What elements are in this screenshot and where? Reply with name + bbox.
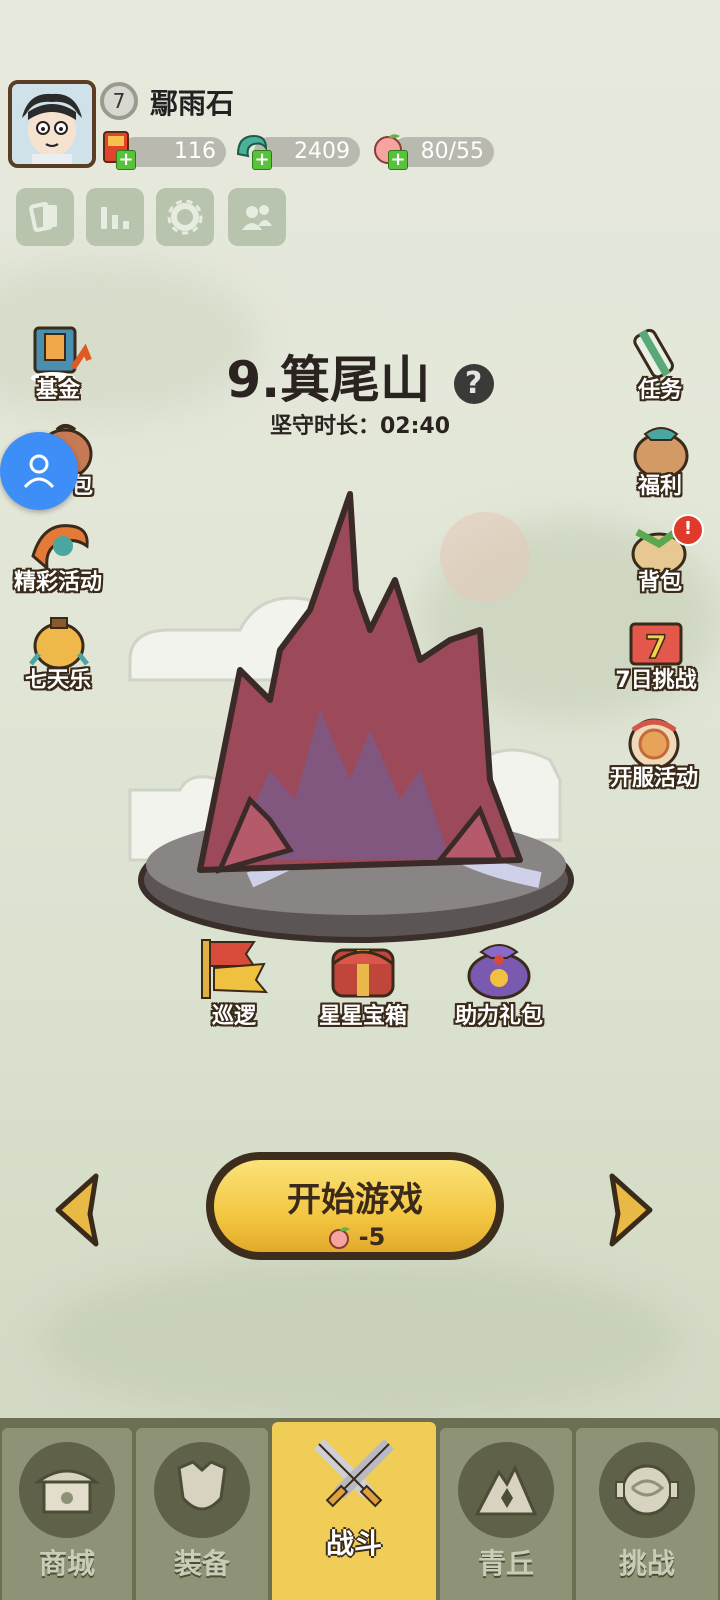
user-icon [23, 454, 55, 489]
start-cost-value: -5 [358, 1223, 386, 1251]
side-label-welfare: 福利 [637, 474, 682, 499]
nav-label-challenge: 挑战 [618, 1547, 675, 1580]
stage-timer: 坚守时长：02:40 [269, 414, 451, 439]
armor-icon [177, 1460, 227, 1511]
patrol-button[interactable]: 巡逻 [186, 934, 282, 1030]
add-gold-icon[interactable]: + [116, 150, 136, 170]
cards-button[interactable] [16, 188, 74, 246]
side-button-server-event[interactable]: 开服活动 [596, 712, 712, 804]
side-button-seven-day[interactable]: 七天乐 [10, 614, 106, 706]
nav-tab-shop[interactable]: 商城 [2, 1428, 132, 1600]
player-avatar[interactable] [8, 80, 96, 168]
previous-stage-arrow-icon[interactable] [50, 1170, 104, 1250]
challenge-icon [615, 1464, 679, 1516]
peach-stamina-icon[interactable]: + [368, 128, 408, 170]
nav-tab-challenge[interactable]: 挑战 [576, 1428, 718, 1600]
side-label-seven-day: 七天乐 [24, 668, 91, 693]
player-name: 鄢雨石 [150, 87, 235, 120]
floating-user-button[interactable] [0, 432, 78, 510]
side-label-backpack: 背包 [637, 570, 682, 595]
add-jade-icon[interactable]: + [252, 150, 272, 170]
gift-bag-label: 助力礼包 [454, 1004, 543, 1029]
settings-button[interactable] [156, 188, 214, 246]
friends-button[interactable] [228, 188, 286, 246]
side-button-seven-day-challenge[interactable]: 7 7日挑战 [604, 614, 708, 706]
crossed-swords-icon [314, 1439, 394, 1508]
nav-label-shop: 商城 [38, 1547, 95, 1580]
ranking-icon [101, 207, 129, 229]
bg-mist [40, 1260, 680, 1420]
nav-label-qingqiu: 青丘 [477, 1547, 534, 1580]
gold-ticket-icon[interactable]: + [96, 128, 136, 170]
player-level-badge: 7 [100, 82, 138, 120]
add-stamina-icon[interactable]: + [388, 150, 408, 170]
stage-title: 9.箕尾山 ? [0, 340, 720, 412]
gift-bag-icon [467, 944, 531, 1000]
side-label-server-event: 开服活动 [609, 766, 698, 791]
star-chest-label: 星星宝箱 [318, 1004, 407, 1029]
stage-name: 9.箕尾山 [226, 351, 431, 409]
nav-tab-qingqiu[interactable]: 青丘 [440, 1428, 572, 1600]
nav-label-battle: 战斗 [325, 1527, 382, 1560]
friends-icon [242, 205, 272, 230]
game-screen: 7 鄢雨石 116 + 2409 + 80/55 + 基金 包 精彩活动 七天乐… [0, 0, 720, 1600]
peach-cost-icon [328, 1227, 350, 1249]
svg-text:7: 7 [645, 628, 667, 666]
side-button-events[interactable]: 精彩活动 [10, 516, 106, 608]
jade-dragon-icon[interactable]: + [232, 128, 272, 170]
shop-icon [33, 1469, 101, 1514]
settings-gear-icon [167, 199, 203, 235]
bottom-nav: 商城 装备 战斗 青丘 挑战 [0, 1418, 720, 1600]
star-chest-button[interactable]: 星星宝箱 [308, 934, 418, 1030]
start-cost: -5 [214, 1223, 496, 1251]
nav-label-equipment: 装备 [173, 1547, 230, 1580]
star-chest-icon [331, 948, 395, 998]
patrol-label: 巡逻 [211, 1004, 256, 1029]
cards-icon [29, 201, 57, 233]
nav-tab-equipment[interactable]: 装备 [136, 1428, 268, 1600]
side-label-events: 精彩活动 [13, 570, 102, 595]
backpack-alert-badge: ! [672, 514, 704, 546]
ranking-button[interactable] [86, 188, 144, 246]
next-stage-arrow-icon[interactable] [604, 1170, 658, 1250]
help-icon[interactable]: ? [453, 363, 494, 404]
start-game-button[interactable]: 开始游戏 -5 [206, 1152, 504, 1260]
gift-bag-button[interactable]: 助力礼包 [444, 934, 554, 1030]
mountain-icon [474, 1464, 538, 1516]
patrol-flag-icon [201, 939, 269, 999]
nav-tab-battle[interactable]: 战斗 [272, 1422, 436, 1600]
stage-mountain-island[interactable] [120, 480, 600, 960]
side-label-seven-day-challenge: 7日挑战 [615, 668, 697, 693]
start-game-label: 开始游戏 [287, 1180, 423, 1220]
